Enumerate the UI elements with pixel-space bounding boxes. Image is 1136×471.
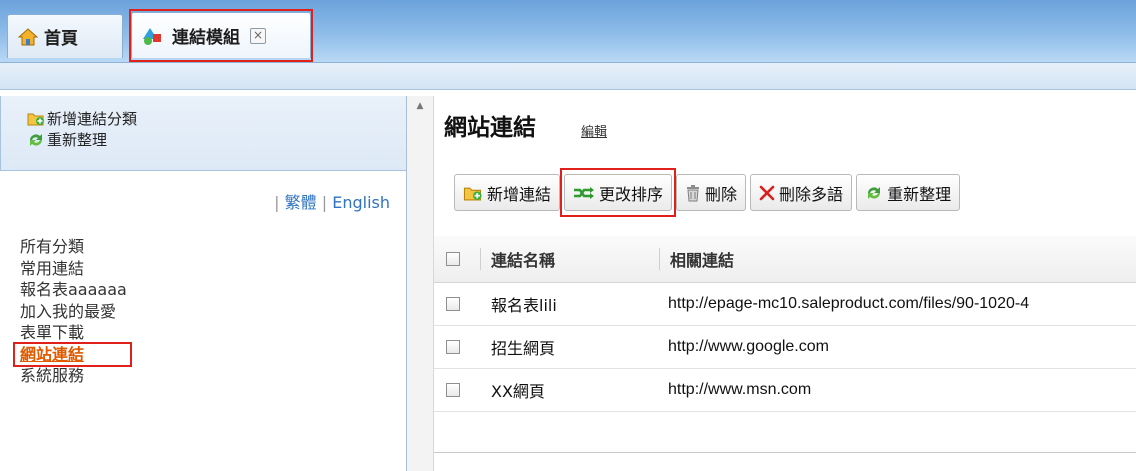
row-url: http://epage-mc10.saleproduct.com/files/… <box>668 295 1030 312</box>
category-website-links[interactable]: 網站連結 <box>13 341 132 367</box>
category-form-download[interactable]: 表單下載 <box>20 322 127 344</box>
row-checkbox[interactable] <box>446 340 460 354</box>
close-icon[interactable]: × <box>250 27 266 44</box>
sort-icon <box>573 186 595 200</box>
add-category-link[interactable]: 新增連結分類 <box>27 108 406 129</box>
edit-title-link[interactable]: 編輯 <box>581 121 607 140</box>
column-header-url[interactable]: 相關連結 <box>660 247 1136 271</box>
refresh-categories-link[interactable]: 重新整理 <box>27 129 406 150</box>
row-url: http://www.google.com <box>668 338 829 355</box>
folder-add-icon <box>463 185 483 201</box>
main-content: 網站連結 編輯 新增連結 更改排序 刪除 刪除多語 重新整理 連結名稱 相關連結… <box>434 96 1136 471</box>
table-row[interactable]: XX網頁 http://www.msn.com <box>434 369 1136 412</box>
category-list: 所有分類 常用連結 報名表aaaaaa 加入我的最愛 表單下載 網站連結 系統服… <box>13 236 132 387</box>
module-icon <box>142 27 166 45</box>
add-category-label: 新增連結分類 <box>47 110 138 128</box>
lang-separator-2: | <box>321 193 328 212</box>
delete-multilang-label: 刪除多語 <box>779 184 844 204</box>
category-tools: 新增連結分類 重新整理 <box>0 96 406 171</box>
table-row[interactable]: 報名表lili http://epage-mc10.saleproduct.co… <box>434 283 1136 326</box>
sub-toolbar <box>0 63 1136 90</box>
trash-icon <box>685 184 701 202</box>
row-name: 招生網頁 <box>491 339 556 358</box>
column-header-name[interactable]: 連結名稱 <box>481 247 659 271</box>
tab-link-module[interactable]: 連結模組 × <box>129 9 313 62</box>
table-header: 連結名稱 相關連結 <box>434 236 1136 283</box>
row-name: 報名表lili <box>491 296 557 315</box>
row-checkbox[interactable] <box>446 383 460 397</box>
change-order-button[interactable]: 更改排序 <box>560 168 677 217</box>
lang-english-link[interactable]: English <box>332 193 390 212</box>
refresh-label: 重新整理 <box>887 184 952 204</box>
row-checkbox[interactable] <box>446 297 460 311</box>
category-system-services[interactable]: 系統服務 <box>20 365 127 387</box>
refresh-icon <box>865 185 883 201</box>
table-footer-line <box>434 452 1136 453</box>
category-signup-form[interactable]: 報名表aaaaaa <box>20 279 127 301</box>
delete-label: 刪除 <box>705 184 738 204</box>
row-name: XX網頁 <box>491 382 545 401</box>
folder-add-icon <box>27 111 47 126</box>
add-link-button[interactable]: 新增連結 <box>454 174 561 211</box>
links-table: 連結名稱 相關連結 報名表lili http://epage-mc10.sale… <box>434 236 1136 412</box>
tab-home-label: 首頁 <box>44 29 78 49</box>
delete-x-icon <box>759 185 775 201</box>
delete-button[interactable]: 刪除 <box>676 174 747 211</box>
language-switch: | 繁體 | English <box>274 189 390 213</box>
category-panel: 新增連結分類 重新整理 | 繁體 | English 所有分類 常用連結 報名表… <box>0 96 407 471</box>
category-favorites[interactable]: 加入我的最愛 <box>20 301 127 323</box>
page-title: 網站連結 <box>444 115 536 141</box>
scroll-up-arrow-icon[interactable]: ▲ <box>407 96 433 116</box>
select-all-checkbox[interactable] <box>446 252 460 266</box>
home-icon <box>18 27 38 46</box>
action-toolbar: 新增連結 更改排序 刪除 刪除多語 重新整理 <box>454 168 964 217</box>
tab-bar: 首頁 連結模組 × <box>0 0 1136 63</box>
refresh-button[interactable]: 重新整理 <box>856 174 961 211</box>
tab-link-module-label: 連結模組 <box>172 28 240 48</box>
lang-traditional-link[interactable]: 繁體 <box>285 193 317 212</box>
category-all[interactable]: 所有分類 <box>20 236 127 258</box>
delete-multilang-button[interactable]: 刪除多語 <box>750 174 853 211</box>
tab-home[interactable]: 首頁 <box>7 14 123 58</box>
lang-separator: | <box>274 193 280 212</box>
refresh-categories-label: 重新整理 <box>47 131 108 149</box>
panel-scrollbar[interactable]: ▲ <box>407 96 434 471</box>
change-order-label: 更改排序 <box>599 184 664 204</box>
add-link-label: 新增連結 <box>487 184 552 204</box>
refresh-icon <box>27 132 47 148</box>
table-row[interactable]: 招生網頁 http://www.google.com <box>434 326 1136 369</box>
row-url: http://www.msn.com <box>668 381 812 398</box>
category-common-links[interactable]: 常用連結 <box>20 258 127 280</box>
